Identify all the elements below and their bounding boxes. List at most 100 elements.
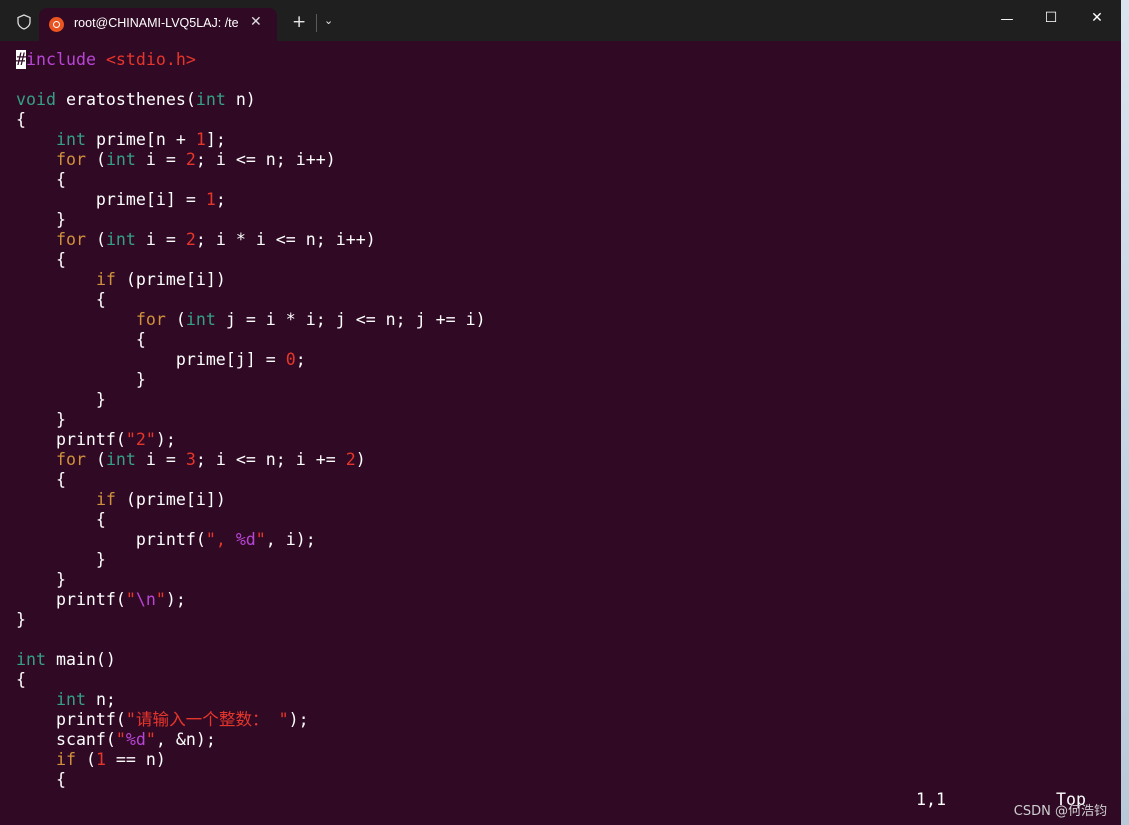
code-line: prime[j] = 0;: [16, 350, 306, 370]
code-token: i =: [135, 230, 186, 249]
code-token: {: [16, 110, 26, 129]
code-token: ;: [215, 190, 226, 209]
code-token: %d: [125, 730, 146, 749]
code-token: 1: [195, 130, 206, 149]
code-line: }: [16, 210, 66, 230]
code-token: printf(: [16, 710, 126, 729]
watermark: CSDN @何浩钧: [1013, 804, 1107, 819]
code-line: for (int j = i * i; j <= n; j += i): [16, 310, 486, 330]
code-line: {: [16, 510, 106, 530]
code-token: j = i * i; j <= n; j += i): [215, 310, 486, 329]
chevron-down-icon[interactable]: ⌄: [324, 14, 333, 27]
code-token: 2: [185, 150, 196, 169]
cursor-position: 1,1: [916, 790, 946, 809]
code-line: void eratosthenes(int n): [16, 90, 256, 110]
code-line: for (int i = 2; i * i <= n; i++): [16, 230, 376, 250]
code-token: 2: [185, 230, 196, 249]
code-token: include: [26, 50, 106, 69]
close-window-button[interactable]: ✕: [1087, 10, 1107, 26]
code-line: for (int i = 3; i <= n; i += 2): [16, 450, 366, 470]
code-token: }: [16, 610, 26, 629]
code-token: , &n);: [155, 730, 216, 749]
code-line: {: [16, 670, 26, 690]
code-token: prime[i] =: [16, 190, 206, 209]
code-token: %d: [235, 530, 256, 549]
code-token: eratosthenes(: [55, 90, 196, 109]
code-line: }: [16, 550, 106, 570]
maximize-button[interactable]: ☐: [1041, 10, 1061, 26]
code-token: n): [225, 90, 256, 109]
code-token: ): [355, 450, 366, 469]
code-token: prime[j] =: [16, 350, 286, 369]
code-token: {: [16, 290, 106, 309]
code-token: i =: [135, 450, 186, 469]
terminal-tab[interactable]: root@CHINAMI-LVQ5LAJ: /te ✕: [39, 8, 277, 41]
code-token: int: [195, 90, 226, 109]
code-line: int main(): [16, 650, 116, 670]
code-line: {: [16, 770, 66, 790]
code-token: ": [155, 590, 166, 609]
close-tab-button[interactable]: ✕: [250, 14, 262, 30]
code-token: ": [125, 590, 136, 609]
terminal-window: root@CHINAMI-LVQ5LAJ: /te ✕ + ⌄ — ☐ ✕ 1,…: [0, 0, 1122, 825]
code-token: int: [105, 150, 136, 169]
code-line: int prime[n + 1];: [16, 130, 226, 150]
code-token: ; i <= n; i++): [195, 150, 336, 169]
code-line: if (prime[i]): [16, 490, 226, 510]
code-token: == n): [105, 750, 166, 769]
code-line: printf("\n");: [16, 590, 186, 610]
code-line: scanf("%d", &n);: [16, 730, 216, 750]
new-tab-button[interactable]: +: [292, 12, 306, 32]
code-token: ; i * i <= n; i++): [195, 230, 376, 249]
code-token: for: [55, 230, 86, 249]
code-token: if: [55, 750, 76, 769]
code-line: #include <stdio.h>: [16, 50, 196, 70]
code-token: printf(: [16, 530, 206, 549]
code-token: 2: [345, 450, 356, 469]
code-token: ",: [205, 530, 236, 549]
code-token: 3: [185, 450, 196, 469]
code-line: for (int i = 2; i <= n; i++): [16, 150, 336, 170]
code-token: main(): [45, 650, 116, 669]
code-token: {: [16, 670, 26, 689]
code-token: for: [55, 150, 86, 169]
code-token: if: [95, 490, 116, 509]
code-token: int: [185, 310, 216, 329]
code-token: scanf(: [16, 730, 116, 749]
code-line: if (prime[i]): [16, 270, 226, 290]
code-token: (prime[i]): [115, 270, 226, 289]
code-token: }: [16, 410, 66, 429]
code-line: }: [16, 610, 26, 630]
code-token: int: [55, 690, 86, 709]
code-line: {: [16, 170, 66, 190]
code-token: {: [16, 170, 66, 189]
code-token: {: [16, 510, 106, 529]
tab-title: root@CHINAMI-LVQ5LAJ: /te: [74, 16, 239, 30]
code-token: int: [105, 230, 136, 249]
code-token: (: [165, 310, 186, 329]
code-token: <stdio.h>: [105, 50, 196, 69]
shield-icon[interactable]: [16, 14, 32, 30]
code-line: {: [16, 330, 146, 350]
code-line: {: [16, 470, 66, 490]
code-line: }: [16, 390, 106, 410]
code-token: ];: [205, 130, 226, 149]
minimize-button[interactable]: —: [997, 12, 1017, 27]
code-line: {: [16, 290, 106, 310]
code-token: int: [16, 650, 46, 669]
code-line: }: [16, 570, 66, 590]
code-line: printf("请输入一个整数： ");: [16, 710, 309, 730]
code-token: {: [16, 770, 66, 789]
code-token: printf(: [16, 590, 126, 609]
code-line: }: [16, 410, 66, 430]
code-token: ": [115, 730, 126, 749]
vim-editor[interactable]: 1,1 Top #include <stdio.h> void eratosthe…: [0, 41, 1121, 825]
code-token: ": [255, 530, 266, 549]
tab-divider: [316, 14, 317, 32]
